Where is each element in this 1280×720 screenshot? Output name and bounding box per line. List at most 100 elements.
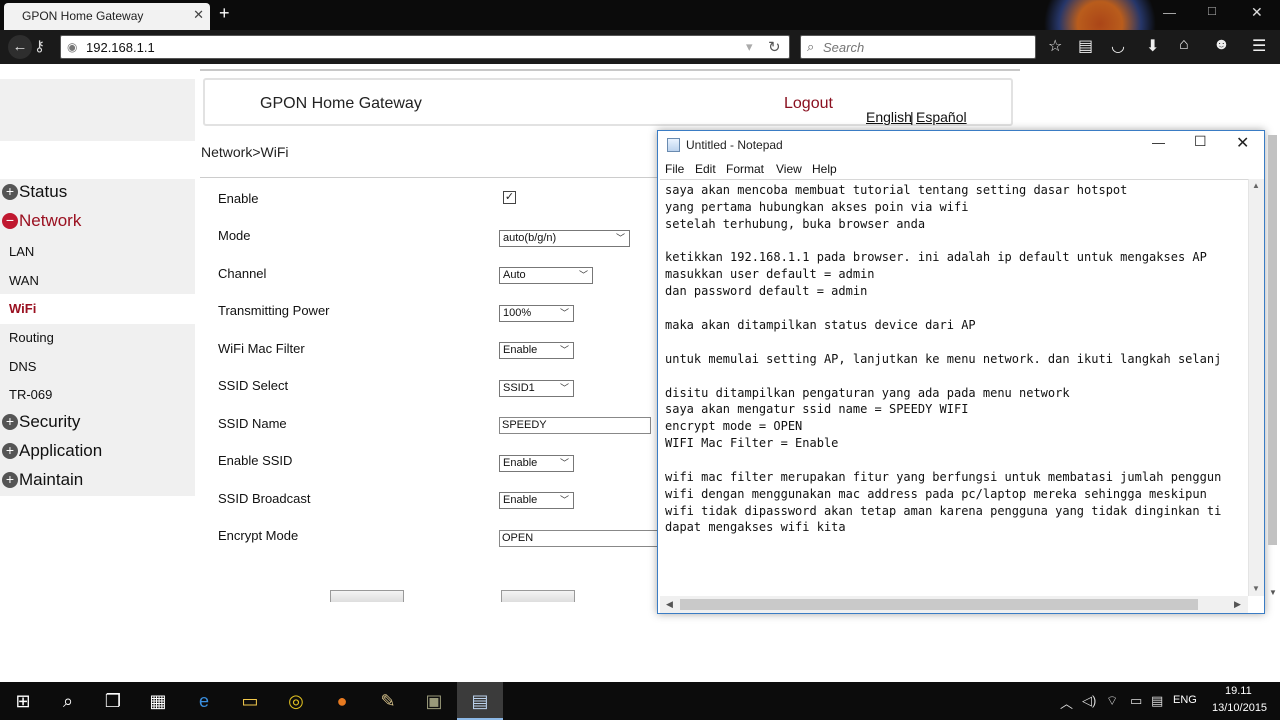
network-icon[interactable]: ⌔ [1106, 693, 1118, 709]
edge-icon[interactable]: e [181, 682, 227, 720]
notepad-minimize-icon[interactable]: — [1152, 135, 1165, 150]
enable-ssid-select[interactable]: Enable ﹀ [499, 455, 574, 472]
tx-power-select[interactable]: 100% ﹀ [499, 305, 574, 322]
url-text[interactable]: 192.168.1.1 [86, 40, 155, 55]
notepad-titlebar[interactable]: Untitled - Notepad — ☐ ✕ [658, 131, 1264, 158]
notifications-icon[interactable]: ▤ [1151, 693, 1163, 709]
sidebar-item-status[interactable]: + Status [0, 182, 67, 202]
text-line: disitu ditampilkan pengaturan yang ada p… [665, 386, 1070, 400]
form-button-right[interactable] [501, 590, 575, 602]
scroll-down-icon[interactable]: ▼ [1269, 588, 1277, 597]
lang-spanish-link[interactable]: Español [916, 109, 967, 125]
sidebar-item-security[interactable]: + Security [0, 412, 80, 432]
window-maximize-icon[interactable]: □ [1208, 3, 1216, 18]
notepad-vertical-scrollbar[interactable]: ▲ ▼ [1248, 179, 1264, 596]
search-input[interactable] [823, 40, 1023, 55]
reload-icon[interactable]: ↻ [768, 38, 781, 56]
firefox-icon[interactable]: ● [319, 682, 365, 720]
tray-expand-icon[interactable]: ︿ [1060, 693, 1073, 712]
channel-select[interactable]: Auto ﹀ [499, 267, 593, 284]
sidebar-item-routing[interactable]: Routing [9, 330, 54, 345]
mac-filter-select[interactable]: Enable ﹀ [499, 342, 574, 359]
notepad-text-area[interactable]: saya akan mencoba membuat tutorial tenta… [660, 179, 1248, 596]
menu-format[interactable]: Format [726, 162, 764, 176]
sidebar-item-lan[interactable]: LAN [9, 244, 34, 259]
window-close-icon[interactable]: ✕ [1251, 4, 1263, 21]
sidebar-item-application[interactable]: + Application [0, 441, 102, 461]
notepad-taskbar-icon[interactable]: ▤ [457, 682, 503, 720]
form-button-left[interactable] [330, 590, 404, 602]
key-icon[interactable]: ⚷ [34, 37, 45, 55]
text-line: yang pertama hubungkan akses poin via wi… [665, 200, 969, 214]
file-explorer-icon[interactable]: ▭ [227, 682, 273, 720]
notepad-icon [667, 138, 680, 152]
menu-icon[interactable]: ☰ [1252, 36, 1266, 56]
scrollbar-thumb[interactable] [680, 599, 1198, 610]
menu-edit[interactable]: Edit [695, 162, 716, 176]
home-icon[interactable]: ⌂ [1179, 36, 1189, 54]
back-arrow-icon[interactable]: ← [8, 35, 32, 59]
chevron-down-icon: ﹀ [559, 345, 569, 355]
new-tab-icon[interactable]: + [219, 3, 230, 24]
page-scrollbar-thumb[interactable] [1268, 135, 1277, 545]
breadcrumb: Network>WiFi [201, 144, 289, 160]
app-cmd-icon[interactable]: ▣ [411, 682, 457, 720]
pocket-icon[interactable]: ◡ [1111, 36, 1125, 56]
notepad-window: Untitled - Notepad — ☐ ✕ File Edit Forma… [657, 130, 1265, 614]
enable-ssid-label: Enable SSID [218, 453, 293, 468]
clock-time[interactable]: 19.11 [1225, 685, 1252, 697]
logout-link[interactable]: Logout [784, 95, 833, 113]
task-view-icon[interactable]: ❐ [90, 682, 136, 720]
menu-file[interactable]: File [665, 162, 684, 176]
search-icon: ⌕ [807, 39, 815, 54]
sidebar-item-maintain[interactable]: + Maintain [0, 470, 83, 490]
browser-tab[interactable]: GPON Home Gateway ✕ [4, 3, 210, 30]
notepad-horizontal-scrollbar[interactable]: ◀ ▶ [660, 596, 1248, 613]
menu-help[interactable]: Help [812, 162, 837, 176]
lang-english-link[interactable]: English [866, 109, 912, 125]
encrypt-mode-select[interactable]: OPEN [499, 530, 659, 547]
scroll-down-icon[interactable]: ▼ [1252, 584, 1260, 593]
download-icon[interactable]: ⬇ [1146, 36, 1159, 56]
notepad-close-icon[interactable]: ✕ [1236, 133, 1249, 153]
input-language[interactable]: ENG [1173, 694, 1197, 706]
ssid-name-input[interactable]: SPEEDY [499, 417, 651, 434]
scroll-up-icon[interactable]: ▲ [1252, 181, 1260, 190]
top-divider [200, 69, 1020, 71]
sidebar-item-tr069[interactable]: TR-069 [9, 387, 52, 402]
chevron-down-icon: ﹀ [559, 495, 569, 505]
sidebar-item-dns[interactable]: DNS [9, 359, 36, 374]
mode-select[interactable]: auto(b/g/n) ﹀ [499, 230, 630, 247]
window-minimize-icon[interactable]: — [1163, 5, 1176, 20]
store-icon[interactable]: ▦ [135, 682, 181, 720]
chrome-icon[interactable]: ◎ [273, 682, 319, 720]
sidebar: + Status − Network LAN WAN WiFi Routing DN… [0, 179, 195, 496]
bookmarks-list-icon[interactable]: ▤ [1078, 36, 1093, 56]
start-windows-icon[interactable]: ⊞ [0, 682, 46, 720]
search-icon[interactable]: ⌕ [45, 682, 91, 720]
app-tool-icon[interactable]: ✎ [365, 682, 411, 720]
plus-icon: + [2, 443, 18, 459]
ssid-broadcast-select[interactable]: Enable ﹀ [499, 492, 574, 509]
sidebar-item-wan[interactable]: WAN [9, 273, 39, 288]
sidebar-item-network[interactable]: − Network [0, 211, 81, 231]
globe-icon[interactable]: ◉ [67, 40, 77, 54]
scroll-left-icon[interactable]: ◀ [666, 599, 673, 610]
url-dropdown-icon[interactable]: ▾ [746, 39, 753, 55]
url-bar[interactable]: ◉ 192.168.1.1 ▾ ↻ [60, 35, 790, 59]
volume-icon[interactable]: ◁) [1082, 693, 1096, 709]
clock-date[interactable]: 13/10/2015 [1212, 702, 1267, 714]
battery-icon[interactable]: ▭ [1130, 693, 1142, 709]
sidebar-item-wifi[interactable]: WiFi [9, 301, 36, 316]
notepad-maximize-icon[interactable]: ☐ [1194, 133, 1207, 150]
scroll-right-icon[interactable]: ▶ [1234, 599, 1241, 610]
ssid-select[interactable]: SSID1 ﹀ [499, 380, 574, 397]
page-vertical-scrollbar[interactable]: ▼ [1266, 130, 1280, 600]
hello-icon[interactable]: ☻ [1213, 36, 1230, 54]
plus-icon: + [2, 184, 18, 200]
search-bar[interactable]: ⌕ [800, 35, 1036, 59]
bookmark-star-icon[interactable]: ☆ [1048, 36, 1062, 56]
enable-checkbox[interactable]: ✓ [503, 191, 516, 204]
menu-view[interactable]: View [776, 162, 802, 176]
tab-close-icon[interactable]: ✕ [193, 7, 204, 23]
